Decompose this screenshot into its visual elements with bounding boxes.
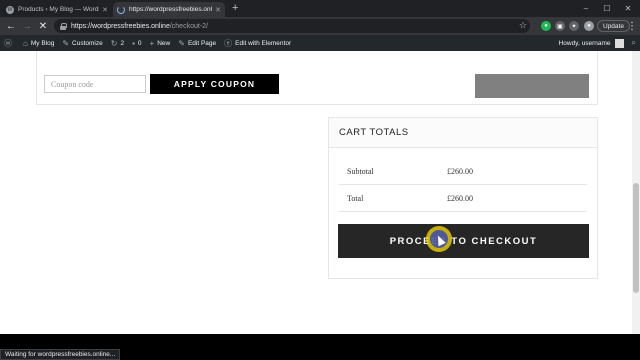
total-row: Total £260.00 [339,185,587,212]
loading-spinner-icon [117,5,125,14]
page-scrollbar[interactable] [632,51,640,334]
total-value: £260.00 [447,194,473,203]
site-name: My Blog [30,39,55,47]
wp-logo-item[interactable]: ⓦ [0,35,19,51]
update-label: Update [603,22,624,30]
lock-icon [60,22,67,30]
wordpress-icon: W [6,5,14,14]
close-icon[interactable]: ✕ [102,6,108,14]
tab-title: https://wordpressfreebies.online/c [129,6,213,13]
customize-label: Customize [72,39,103,47]
stop-loading-icon[interactable]: ✕ [36,19,50,33]
new-tab-button[interactable]: + [232,2,238,15]
plus-icon: + [149,38,155,48]
brush-icon: ✎ [62,38,70,48]
checkout-label: PROCEED TO CHECKOUT [389,235,538,247]
url-path: /checkout-2/ [169,22,208,30]
url-host: https://wordpressfreebies.online [71,22,170,30]
forward-arrow-icon[interactable]: → [20,19,34,33]
close-window-button[interactable]: ✕ [618,0,638,17]
extension-camera-icon[interactable]: ▣ [555,21,565,31]
greeting-text: Howdy, username [558,39,611,47]
extension-puzzle-icon[interactable]: ✦ [569,21,579,31]
maximize-button[interactable]: ☐ [597,0,617,17]
cart-totals-panel: CART TOTALS Subtotal £260.00 Total £260.… [328,117,598,279]
subtotal-value: £260.00 [447,167,473,176]
edit-page-item[interactable]: ✎ Edit Page [174,35,220,51]
comment-icon: ▪ [132,38,135,48]
apply-coupon-button[interactable]: APPLY COUPON [150,74,279,94]
browser-window: W Products ‹ My Blog — WordPress ✕ https… [0,0,640,360]
coupon-code-input[interactable]: Coupon code [44,75,146,93]
elementor-label: Edit with Elementor [235,39,292,47]
tab-title: Products ‹ My Blog — WordPress [18,6,99,13]
new-label: New [157,39,171,47]
pencil-icon: ✎ [178,38,185,48]
elementor-item[interactable]: ⓔ Edit with Elementor [220,35,295,51]
new-content-item[interactable]: + New [146,35,175,51]
close-icon[interactable]: ✕ [215,6,221,14]
menu-kebab-icon[interactable]: ⋮ [625,19,639,33]
extension-green-icon[interactable]: ● [541,21,551,31]
elementor-icon: ⓔ [224,38,233,48]
subtotal-label: Subtotal [347,167,374,176]
browser-toolbar: ← → ✕ https://wordpressfreebies.online/c… [0,17,640,35]
edit-page-label: Edit Page [187,39,217,47]
updates-count: 2 [120,39,125,47]
comments-item[interactable]: ▪ 0 [128,35,145,51]
avatar [614,38,624,48]
scroll-thumb[interactable] [633,183,639,293]
tab-products[interactable]: W Products ‹ My Blog — WordPress ✕ [2,2,112,17]
update-cart-button[interactable] [475,74,589,98]
checkout-page: Coupon code APPLY COUPON CART TOTALS Sub… [0,51,632,334]
status-text: Waiting for wordpressfreebies.online... [5,351,116,358]
profile-avatar-icon[interactable]: ● [584,21,594,31]
bookmark-star-icon[interactable]: ☆ [519,20,527,31]
address-bar[interactable]: https://wordpressfreebies.online/checkou… [54,19,530,33]
wordpress-logo-icon: ⓦ [4,38,12,48]
total-label: Total [347,194,364,203]
updates-item[interactable]: ↻ 2 [107,35,128,51]
tab-strip: W Products ‹ My Blog — WordPress ✕ https… [0,0,640,17]
wp-admin-bar: ⓦ ⌂ My Blog ✎ Customize ↻ 2 ▪ 0 + New ✎ … [0,35,640,51]
cart-totals-heading: CART TOTALS [329,118,597,148]
home-icon: ⌂ [23,38,28,48]
tab-checkout[interactable]: https://wordpressfreebies.online/c ✕ [113,2,225,17]
apply-coupon-label: APPLY COUPON [173,79,256,89]
account-menu[interactable]: Howdy, username ⌕ [559,35,636,51]
proceed-to-checkout-button[interactable]: PROCEED TO CHECKOUT [338,224,589,258]
search-icon[interactable]: ⌕ [632,38,636,48]
back-arrow-icon[interactable]: ← [4,19,18,33]
minimize-button[interactable]: – [576,0,596,17]
updates-icon: ↻ [110,38,118,48]
site-name-item[interactable]: ⌂ My Blog [19,35,58,51]
subtotal-row: Subtotal £260.00 [339,158,587,185]
comments-count: 0 [137,39,142,47]
loading-status-bar: Waiting for wordpressfreebies.online... [0,349,121,360]
coupon-placeholder: Coupon code [51,79,94,89]
customize-item[interactable]: ✎ Customize [58,35,106,51]
